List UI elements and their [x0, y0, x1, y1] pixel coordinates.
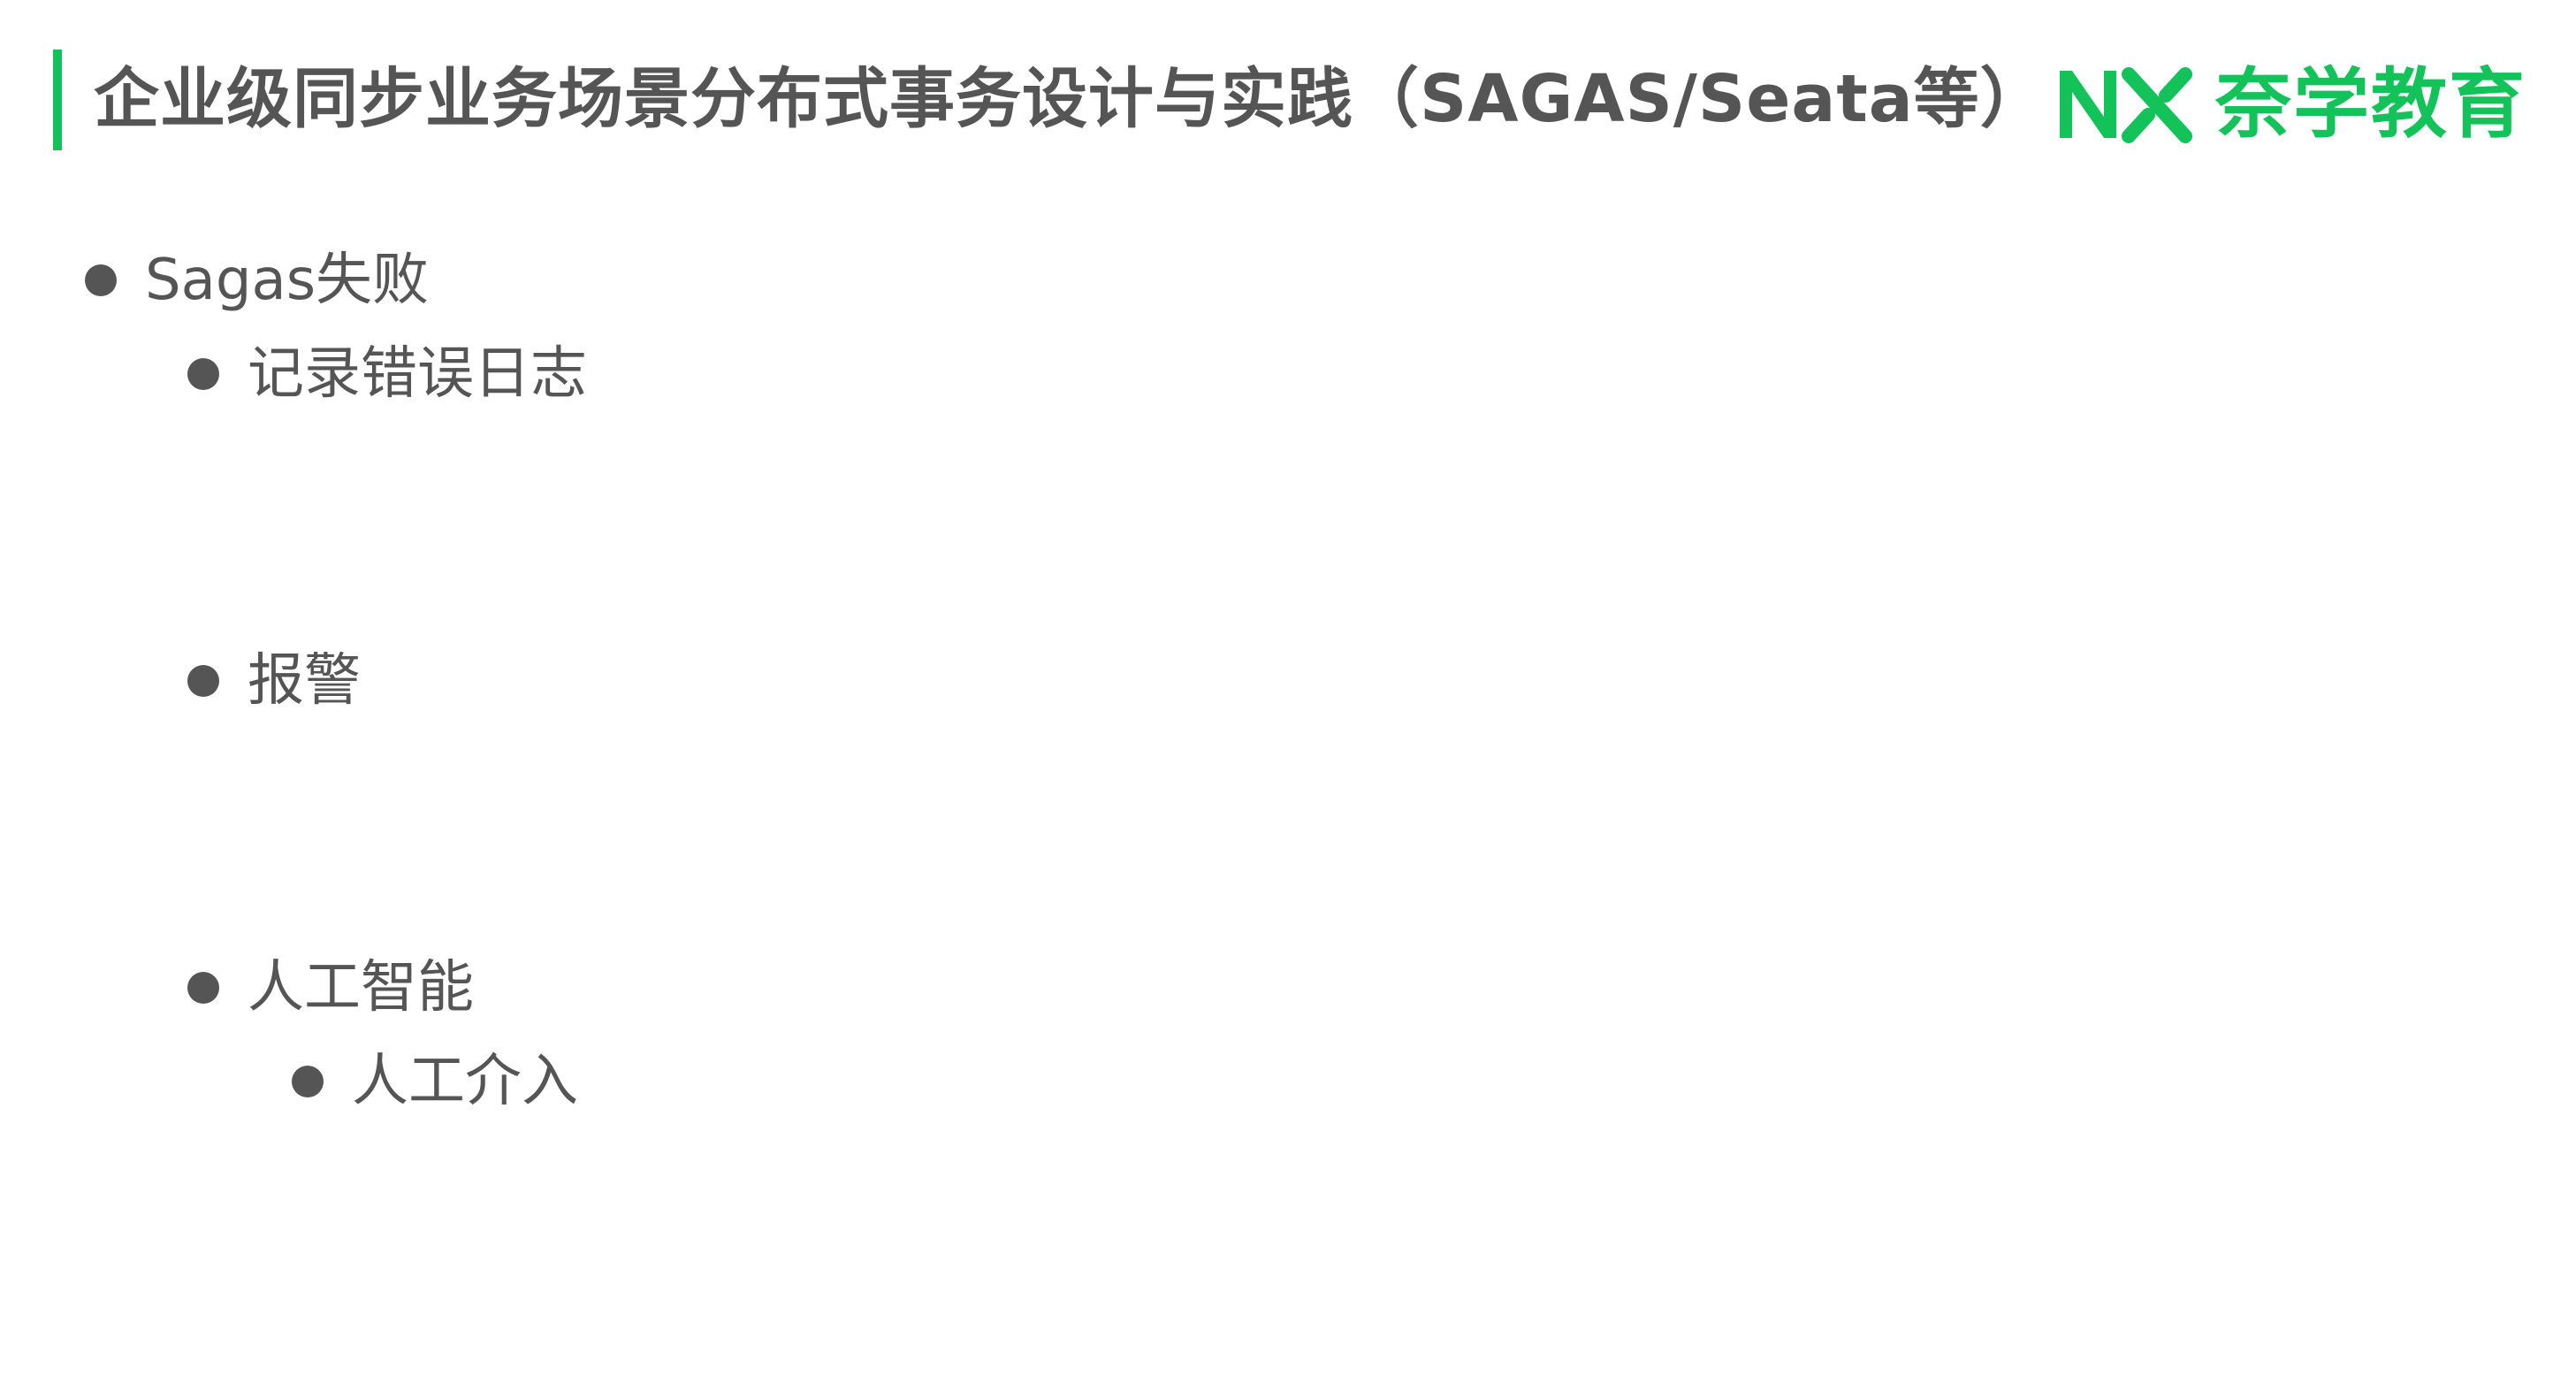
list-item-text: 人工介入	[352, 1049, 578, 1114]
bullet-icon	[187, 972, 219, 1004]
list-item-text: 报警	[248, 648, 361, 714]
bullet-icon	[292, 1066, 324, 1097]
list-item: Sagas失败	[85, 245, 429, 316]
bullet-icon	[187, 665, 219, 697]
bullet-icon	[85, 264, 117, 296]
list-item-text: 人工智能	[248, 955, 474, 1021]
list-item: 记录错误日志	[187, 339, 587, 409]
page-title: 企业级同步业务场景分布式事务设计与实践（SAGAS/Seata等）	[94, 61, 2046, 137]
list-item: 人工介入	[292, 1046, 578, 1117]
title-accent-bar	[53, 50, 62, 150]
list-item-text: Sagas失败	[145, 248, 430, 313]
bullet-icon	[187, 358, 219, 390]
brand-logo-text: 奈学教育	[2215, 60, 2526, 149]
brand-logo: 奈学教育	[2053, 58, 2526, 150]
list-item-text: 记录错误日志	[248, 341, 587, 407]
list-item: 报警	[187, 646, 361, 716]
nx-logo-icon	[2060, 67, 2192, 143]
list-item: 人工智能	[187, 952, 474, 1023]
